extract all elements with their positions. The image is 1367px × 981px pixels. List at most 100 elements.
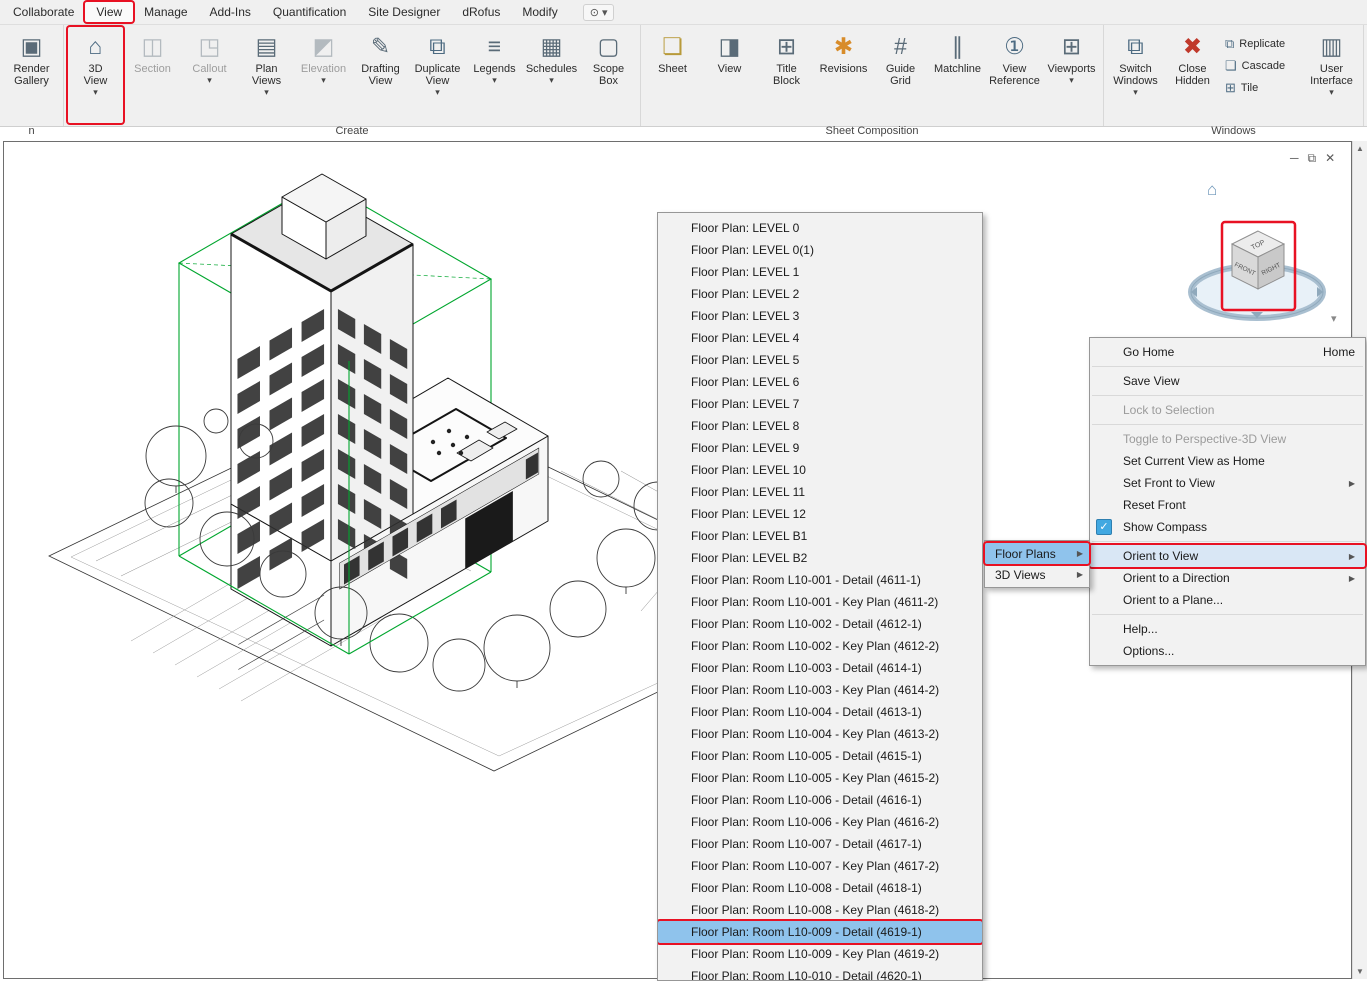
button-3d-view[interactable]: ⌂3DView▾ [68,27,123,123]
menu-item-floor-plan[interactable]: Floor Plan: Room L10-007 - Key Plan (461… [658,855,982,877]
menu-item-floor-plan[interactable]: Floor Plan: Room L10-003 - Detail (4614-… [658,657,982,679]
restore-icon[interactable]: ⧉ [1308,151,1317,166]
button-callout[interactable]: ◳Callout▾ [182,27,237,123]
menu-item-floor-plan[interactable]: Floor Plan: Room L10-001 - Detail (4611-… [658,569,982,591]
button-scope-box[interactable]: ▢ScopeBox [581,27,636,123]
button-tile[interactable]: ⊞Tile [1221,77,1303,99]
ribbon-display-toggle[interactable]: ⊙▾ [583,4,615,21]
menu-item-floor-plan[interactable]: Floor Plan: Room L10-008 - Detail (4618-… [658,877,982,899]
button-duplicate-view[interactable]: ⧉DuplicateView▾ [410,27,465,123]
minimize-icon[interactable]: ─ [1290,151,1299,166]
menu-item-floor-plan[interactable]: Floor Plan: LEVEL 0(1) [658,239,982,261]
tab-collaborate[interactable]: Collaborate [2,2,85,22]
button-title-block[interactable]: ⊞TitleBlock [759,27,814,123]
button-plan-views[interactable]: ▤PlanViews▾ [239,27,294,123]
tab-view[interactable]: View [85,2,133,22]
menu-item-floor-plan[interactable]: Floor Plan: Room L10-010 - Detail (4620-… [658,965,982,981]
menu-item-floor-plan[interactable]: Floor Plan: LEVEL 2 [658,283,982,305]
button-cascade[interactable]: ❏Cascade [1221,55,1303,77]
menu-item-floor-plan[interactable]: Floor Plan: Room L10-005 - Detail (4615-… [658,745,982,767]
button-view-reference[interactable]: ①ViewReference [987,27,1042,123]
tab-manage[interactable]: Manage [133,2,198,22]
button-close-hidden[interactable]: ✖CloseHidden [1165,27,1220,123]
tab-modify[interactable]: Modify [511,2,568,22]
menu-item-floor-plan[interactable]: Floor Plan: Room L10-006 - Key Plan (461… [658,811,982,833]
menu-item-go-home[interactable]: Go HomeHome [1090,341,1365,363]
tab-add-ins[interactable]: Add-Ins [199,2,262,22]
ribbon-group-label: Windows [1107,123,1360,140]
button-elevation[interactable]: ◩Elevation▾ [296,27,351,123]
button-sheet[interactable]: ❏Sheet [645,27,700,123]
button-label: TitleBlock [773,63,800,87]
menu-item-floor-plan[interactable]: Floor Plan: Room L10-002 - Key Plan (461… [658,635,982,657]
button-switch-windows[interactable]: ⧉SwitchWindows▾ [1108,27,1163,123]
button-section[interactable]: ◫Section [125,27,180,123]
button-guide-grid[interactable]: #GuideGrid [873,27,928,123]
button-drafting-view[interactable]: ✎DraftingView [353,27,408,123]
button-matchline[interactable]: ∥Matchline [930,27,985,123]
menu-item-floor-plan[interactable]: Floor Plan: LEVEL B1 [658,525,982,547]
menu-item-floor-plan[interactable]: Floor Plan: Room L10-004 - Key Plan (461… [658,723,982,745]
button-schedules[interactable]: ▦Schedules▾ [524,27,579,123]
menu-item-floor-plan[interactable]: Floor Plan: LEVEL 5 [658,349,982,371]
menu-item-floor-plans[interactable]: Floor Plans▶ [985,543,1089,564]
menu-item-floor-plan[interactable]: Floor Plan: LEVEL B2 [658,547,982,569]
menu-item-floor-plan[interactable]: Floor Plan: LEVEL 0 [658,217,982,239]
home-icon[interactable]: ⌂ [1207,180,1217,200]
button-revisions[interactable]: ✱Revisions [816,27,871,123]
menu-item-floor-plan[interactable]: Floor Plan: Room L10-009 - Key Plan (461… [658,943,982,965]
menu-item-floor-plan[interactable]: Floor Plan: LEVEL 3 [658,305,982,327]
menu-item-floor-plan[interactable]: Floor Plan: LEVEL 4 [658,327,982,349]
button-render-gallery[interactable]: ▣RenderGallery [4,27,59,123]
menu-item-floor-plan[interactable]: Floor Plan: LEVEL 9 [658,437,982,459]
menu-item-floor-plan[interactable]: Floor Plan: Room L10-008 - Key Plan (461… [658,899,982,921]
button-viewports[interactable]: ⊞Viewports▾ [1044,27,1099,123]
button-replicate[interactable]: ⧉Replicate [1221,33,1303,55]
scroll-up-icon[interactable]: ▲ [1356,144,1364,153]
button-label: View [718,63,742,75]
button-legends[interactable]: ≡Legends▾ [467,27,522,123]
menu-item-floor-plan[interactable]: Floor Plan: Room L10-003 - Key Plan (461… [658,679,982,701]
menu-item-orient-to-a-direction[interactable]: Orient to a Direction▶ [1090,567,1365,589]
menu-item-floor-plan[interactable]: Floor Plan: LEVEL 11 [658,481,982,503]
menu-item-floor-plan[interactable]: Floor Plan: LEVEL 8 [658,415,982,437]
ribbon-group-n: ▣RenderGalleryn [0,25,64,126]
menu-item-lock-to-selection[interactable]: Lock to Selection [1090,399,1365,421]
button-label: Cascade [1242,60,1285,72]
menu-item-floor-plan[interactable]: Floor Plan: LEVEL 1 [658,261,982,283]
menu-item-floor-plan[interactable]: Floor Plan: Room L10-005 - Key Plan (461… [658,767,982,789]
tab-quantification[interactable]: Quantification [262,2,357,22]
menu-item-orient-to-view[interactable]: Orient to View▶ [1090,545,1365,567]
tab-drofus[interactable]: dRofus [451,2,511,22]
menu-item-options[interactable]: Options... [1090,640,1365,662]
viewcube-widget[interactable]: ⌂ TOP FRONT RIGHT ▾ [1185,168,1350,333]
menu-item-floor-plan[interactable]: Floor Plan: LEVEL 12 [658,503,982,525]
menu-item-reset-front[interactable]: Reset Front [1090,494,1365,516]
menu-item-orient-to-a-plane[interactable]: Orient to a Plane... [1090,589,1365,611]
button-label: Viewports [1047,63,1095,75]
menu-item-floor-plan[interactable]: Floor Plan: LEVEL 7 [658,393,982,415]
button-user-interface[interactable]: ▥UserInterface▾ [1304,27,1359,123]
menu-item-floor-plan[interactable]: Floor Plan: Room L10-007 - Detail (4617-… [658,833,982,855]
scroll-down-icon[interactable]: ▼ [1356,967,1364,976]
menu-item-floor-plan[interactable]: Floor Plan: Room L10-006 - Detail (4616-… [658,789,982,811]
menu-item-show-compass[interactable]: ✓Show Compass [1090,516,1365,538]
menu-item-help[interactable]: Help... [1090,618,1365,640]
menu-item-floor-plan[interactable]: Floor Plan: Room L10-009 - Detail (4619-… [658,921,982,943]
ribbon-group-label: Create [67,123,637,140]
menu-item-floor-plan[interactable]: Floor Plan: Room L10-004 - Detail (4613-… [658,701,982,723]
menu-item-set-front-to-view[interactable]: Set Front to View▶ [1090,472,1365,494]
chevron-down-icon[interactable]: ▾ [1331,312,1337,325]
menu-item-floor-plan[interactable]: Floor Plan: Room L10-001 - Key Plan (461… [658,591,982,613]
menu-item-3d-views[interactable]: 3D Views▶ [985,564,1089,585]
close-icon[interactable]: ✕ [1325,151,1335,166]
chevron-down-icon: ▾ [435,88,440,96]
menu-item-floor-plan[interactable]: Floor Plan: LEVEL 10 [658,459,982,481]
menu-item-floor-plan[interactable]: Floor Plan: LEVEL 6 [658,371,982,393]
menu-item-set-current-view-as-home[interactable]: Set Current View as Home [1090,450,1365,472]
tab-site-designer[interactable]: Site Designer [357,2,451,22]
menu-item-save-view[interactable]: Save View [1090,370,1365,392]
button-view[interactable]: ◨View [702,27,757,123]
menu-item-floor-plan[interactable]: Floor Plan: Room L10-002 - Detail (4612-… [658,613,982,635]
menu-item-toggle-to-perspective-3d-view[interactable]: Toggle to Perspective-3D View [1090,428,1365,450]
